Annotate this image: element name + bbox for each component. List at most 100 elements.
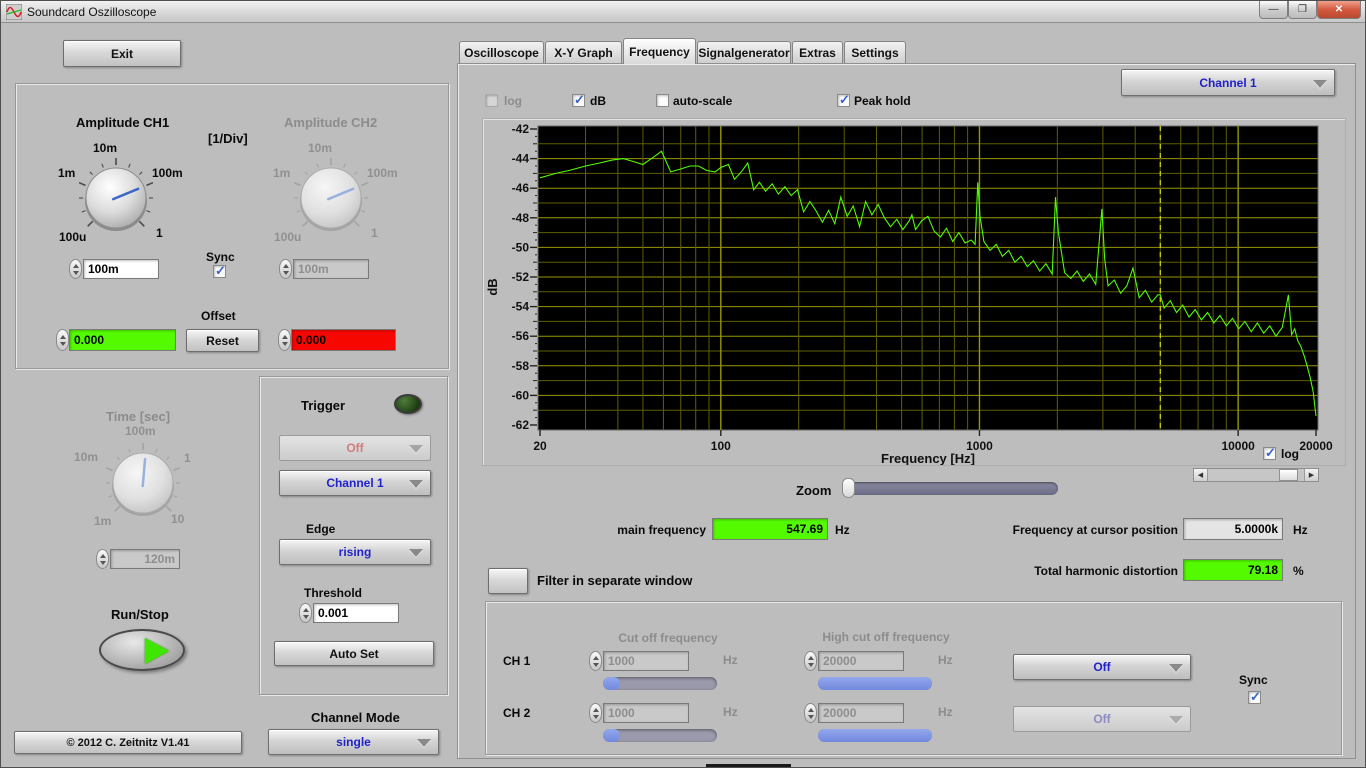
time-value[interactable]: 120m (110, 549, 180, 569)
amplitude-ch2-spinner[interactable] (279, 259, 292, 279)
offset-ch1-value[interactable]: 0.000 (69, 329, 176, 351)
thd-unit: % (1293, 564, 1304, 578)
peak-hold-checkbox[interactable] (837, 94, 850, 107)
ch1-high-value[interactable]: 20000 (818, 651, 904, 671)
ch2-high-spinner[interactable] (804, 703, 817, 723)
time-scale-10: 10 (171, 512, 184, 526)
title-bar[interactable]: Soundcard Oszilloscope — ❐ ✕ (1, 1, 1365, 23)
svg-text:-60: -60 (512, 388, 530, 402)
axis-log-label: log (1281, 447, 1299, 461)
exit-button[interactable]: Exit (63, 40, 181, 67)
cursor-frequency-unit: Hz (1293, 523, 1308, 537)
zoom-slider[interactable] (844, 482, 1058, 495)
ch1-scale-1m: 1m (58, 166, 75, 180)
ch2-low-spinner[interactable] (589, 703, 602, 723)
threshold-label: Threshold (304, 586, 362, 600)
svg-text:-48: -48 (512, 211, 530, 225)
db-checkbox[interactable] (572, 94, 585, 107)
channel-select-dropdown[interactable]: Channel 1 (1121, 69, 1335, 96)
close-button[interactable]: ✕ (1317, 1, 1361, 19)
scroll-right-button[interactable]: ▶ (1304, 469, 1318, 481)
zoom-slider-thumb[interactable] (842, 478, 855, 498)
trigger-source-dropdown[interactable]: Channel 1 (279, 470, 431, 496)
play-icon (145, 638, 169, 664)
channel-mode-dropdown[interactable]: single (268, 729, 439, 755)
ch1-filter-mode-dropdown[interactable]: Off (1013, 654, 1191, 680)
amplitude-ch2-title: Amplitude CH2 (284, 115, 377, 130)
run-stop-button[interactable] (99, 629, 185, 671)
amplitude-ch2-value[interactable]: 100m (293, 259, 369, 279)
high-cutoff-label: High cut off frequency (806, 630, 966, 644)
scrollbar-track[interactable] (1208, 469, 1304, 481)
tab-extras[interactable]: Extras (792, 41, 843, 64)
minimize-button[interactable]: — (1259, 1, 1288, 19)
svg-text:-44: -44 (512, 152, 530, 166)
ch2-low-slider[interactable] (603, 729, 717, 742)
trigger-edge-dropdown[interactable]: rising (279, 539, 431, 565)
amplitude-ch1-value[interactable]: 100m (83, 259, 159, 279)
filter-sync-checkbox[interactable] (1248, 691, 1261, 704)
ch1-low-slider[interactable] (603, 677, 717, 690)
app-window: Soundcard Oszilloscope — ❐ ✕ Exit Amplit… (0, 0, 1366, 768)
threshold-spinner[interactable] (299, 603, 312, 623)
time-title: Time [sec] (106, 409, 170, 424)
cursor-frequency-value: 5.0000k (1183, 518, 1283, 540)
scrollbar-thumb[interactable] (1279, 469, 1298, 481)
offset-ch2-value[interactable]: 0.000 (291, 329, 396, 351)
auto-set-button[interactable]: Auto Set (274, 641, 434, 666)
trigger-mode-dropdown[interactable]: Off (279, 435, 431, 461)
ch1-high-spinner[interactable] (804, 651, 817, 671)
svg-text:-54: -54 (512, 300, 530, 314)
tab-signalgenerator[interactable]: Signalgenerator (697, 41, 791, 64)
ch1-high-slider[interactable] (818, 677, 932, 690)
ch2-low-value[interactable]: 1000 (603, 703, 689, 723)
tab-settings[interactable]: Settings (844, 41, 906, 64)
tab-xy-graph[interactable]: X-Y Graph (545, 41, 622, 64)
main-frequency-unit: Hz (835, 523, 850, 537)
filter-ch2-label: CH 2 (503, 706, 530, 720)
ch2-high-value[interactable]: 20000 (818, 703, 904, 723)
svg-text:-42: -42 (512, 122, 530, 136)
run-stop-label: Run/Stop (111, 607, 169, 622)
restore-button[interactable]: ❐ (1288, 1, 1317, 19)
app-icon (6, 4, 22, 20)
amplitude-sync-checkbox[interactable] (213, 265, 226, 278)
axis-log-checkbox[interactable] (1263, 447, 1276, 460)
offset-ch1-spinner[interactable] (56, 329, 69, 351)
spectrum-plot[interactable]: -42-44-46-48-50-52-54-56-58-60-622010010… (483, 119, 1345, 465)
taskbar-sliver (706, 764, 791, 768)
threshold-value[interactable]: 0.001 (313, 603, 399, 623)
autoscale-checkbox-label: auto-scale (673, 94, 732, 108)
zoom-label: Zoom (796, 483, 831, 498)
tab-oscilloscope[interactable]: Oscilloscope (459, 41, 544, 64)
offset-reset-button[interactable]: Reset (186, 329, 259, 352)
svg-text:-46: -46 (512, 181, 530, 195)
graph-h-scrollbar[interactable]: ◀ ▶ (1193, 468, 1319, 482)
ch2-scale-1: 1 (371, 226, 378, 240)
ch2-filter-mode-dropdown[interactable]: Off (1013, 706, 1191, 732)
tab-frequency[interactable]: Frequency (623, 38, 696, 64)
ch1-low-spinner[interactable] (589, 651, 602, 671)
scroll-left-button[interactable]: ◀ (1194, 469, 1208, 481)
ch2-high-slider[interactable] (818, 729, 932, 742)
svg-text:Frequency [Hz]: Frequency [Hz] (881, 451, 975, 465)
channel-mode-label: Channel Mode (311, 710, 400, 725)
chevron-down-icon (1169, 716, 1183, 724)
window-title: Soundcard Oszilloscope (27, 5, 156, 19)
arrow-right-icon: ▶ (1309, 471, 1314, 479)
per-div-label: [1/Div] (208, 131, 248, 146)
log-checkbox[interactable] (485, 94, 498, 107)
autoscale-checkbox[interactable] (656, 94, 669, 107)
ch1-low-value[interactable]: 1000 (603, 651, 689, 671)
svg-text:-62: -62 (512, 418, 530, 432)
edge-label: Edge (306, 522, 335, 536)
time-scale-1m: 1m (94, 514, 111, 528)
minimize-icon: — (1269, 4, 1279, 15)
amplitude-ch1-title: Amplitude CH1 (76, 115, 169, 130)
amplitude-ch1-spinner[interactable] (69, 259, 82, 279)
offset-ch2-spinner[interactable] (278, 329, 291, 351)
restore-icon: ❐ (1298, 4, 1307, 15)
time-spinner[interactable] (96, 549, 109, 569)
chevron-down-icon (417, 739, 431, 747)
filter-window-button[interactable] (488, 568, 528, 594)
